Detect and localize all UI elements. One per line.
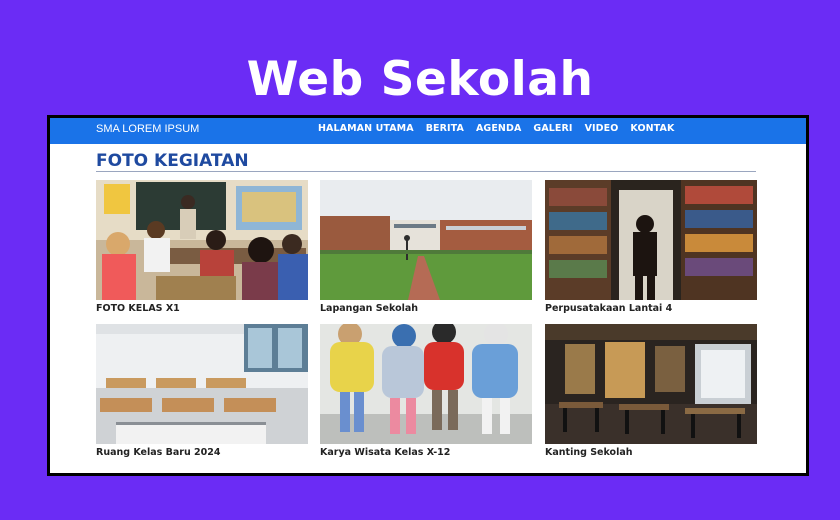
gallery-caption[interactable]: Karya Wisata Kelas X-12 <box>320 447 532 458</box>
nav-link-video[interactable]: VIDEO <box>585 123 619 134</box>
navbar: SMA LOREM IPSUM HALAMAN UTAMA BERITA AGE… <box>50 118 806 144</box>
nav-link-galeri[interactable]: GALERI <box>533 123 572 134</box>
main-nav: HALAMAN UTAMA BERITA AGENDA GALERI VIDEO… <box>318 123 674 134</box>
gallery-caption[interactable]: Ruang Kelas Baru 2024 <box>96 447 308 458</box>
gallery-card-lapangan-sekolah[interactable]: Lapangan Sekolah <box>320 180 532 314</box>
gallery-card-kanting-sekolah[interactable]: Kanting Sekolah <box>545 324 757 458</box>
nav-link-agenda[interactable]: AGENDA <box>476 123 521 134</box>
gallery-caption[interactable]: Lapangan Sekolah <box>320 303 532 314</box>
gallery-caption[interactable]: Perpusatakaan Lantai 4 <box>545 303 757 314</box>
classroom-photo[interactable] <box>96 180 308 300</box>
website-frame: SMA LOREM IPSUM HALAMAN UTAMA BERITA AGE… <box>47 115 809 476</box>
hero-title: Web Sekolah <box>246 52 594 107</box>
gallery-title-divider <box>96 171 756 172</box>
empty-classroom-photo[interactable] <box>96 324 308 444</box>
nav-link-berita[interactable]: BERITA <box>426 123 464 134</box>
website-page: SMA LOREM IPSUM HALAMAN UTAMA BERITA AGE… <box>50 118 806 473</box>
cafeteria-photo[interactable] <box>545 324 757 444</box>
gallery-card-foto-kelas-x1[interactable]: FOTO KELAS X1 <box>96 180 308 314</box>
gallery-caption[interactable]: FOTO KELAS X1 <box>96 303 308 314</box>
nav-link-halaman-utama[interactable]: HALAMAN UTAMA <box>318 123 414 134</box>
site-brand[interactable]: SMA LOREM IPSUM <box>96 123 199 135</box>
nav-link-kontak[interactable]: KONTAK <box>630 123 674 134</box>
library-photo[interactable] <box>545 180 757 300</box>
campus-field-photo[interactable] <box>320 180 532 300</box>
gallery-card-karya-wisata[interactable]: Karya Wisata Kelas X-12 <box>320 324 532 458</box>
gallery-title: FOTO KEGIATAN <box>96 151 249 171</box>
gallery-caption[interactable]: Kanting Sekolah <box>545 447 757 458</box>
gallery-card-perpustakaan[interactable]: Perpusatakaan Lantai 4 <box>545 180 757 314</box>
gallery-card-ruang-kelas-baru[interactable]: Ruang Kelas Baru 2024 <box>96 324 308 458</box>
students-backpacks-photo[interactable] <box>320 324 532 444</box>
